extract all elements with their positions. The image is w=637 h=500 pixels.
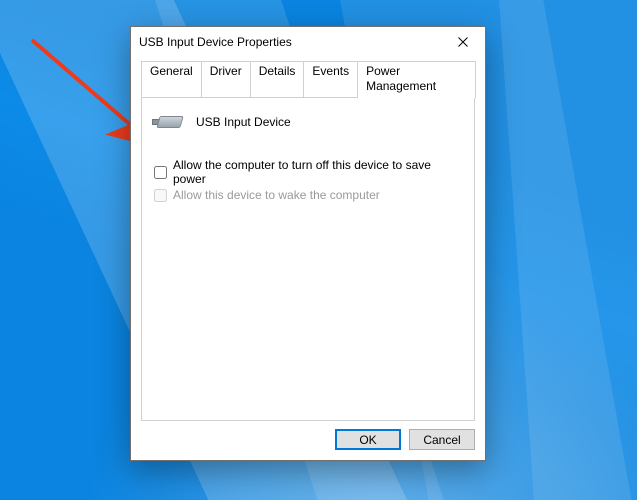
properties-dialog: USB Input Device Properties General Driv… — [130, 26, 486, 461]
allow-wake-checkbox — [154, 189, 167, 202]
tab-driver[interactable]: Driver — [201, 61, 251, 97]
dialog-client-area: General Driver Details Events Power Mana… — [131, 57, 485, 460]
dialog-title: USB Input Device Properties — [139, 35, 443, 49]
tab-strip: General Driver Details Events Power Mana… — [141, 61, 475, 97]
tab-events[interactable]: Events — [303, 61, 358, 97]
cancel-button[interactable]: Cancel — [409, 429, 475, 450]
allow-turn-off-label[interactable]: Allow the computer to turn off this devi… — [173, 158, 462, 186]
title-bar[interactable]: USB Input Device Properties — [131, 27, 485, 57]
tab-general[interactable]: General — [141, 61, 202, 97]
allow-turn-off-row: Allow the computer to turn off this devi… — [154, 158, 462, 186]
allow-wake-label: Allow this device to wake the computer — [173, 188, 380, 202]
tab-power-management[interactable]: Power Management — [357, 61, 476, 98]
tab-details[interactable]: Details — [250, 61, 305, 97]
device-header: USB Input Device — [154, 110, 462, 134]
device-name-label: USB Input Device — [196, 115, 291, 129]
dialog-button-row: OK Cancel — [141, 421, 475, 450]
close-button[interactable] — [443, 28, 483, 56]
tab-panel-power-management: USB Input Device Allow the computer to t… — [141, 97, 475, 421]
usb-device-icon — [154, 110, 186, 134]
allow-wake-row: Allow this device to wake the computer — [154, 188, 462, 202]
ok-button[interactable]: OK — [335, 429, 401, 450]
close-icon — [458, 37, 468, 47]
allow-turn-off-checkbox[interactable] — [154, 166, 167, 179]
